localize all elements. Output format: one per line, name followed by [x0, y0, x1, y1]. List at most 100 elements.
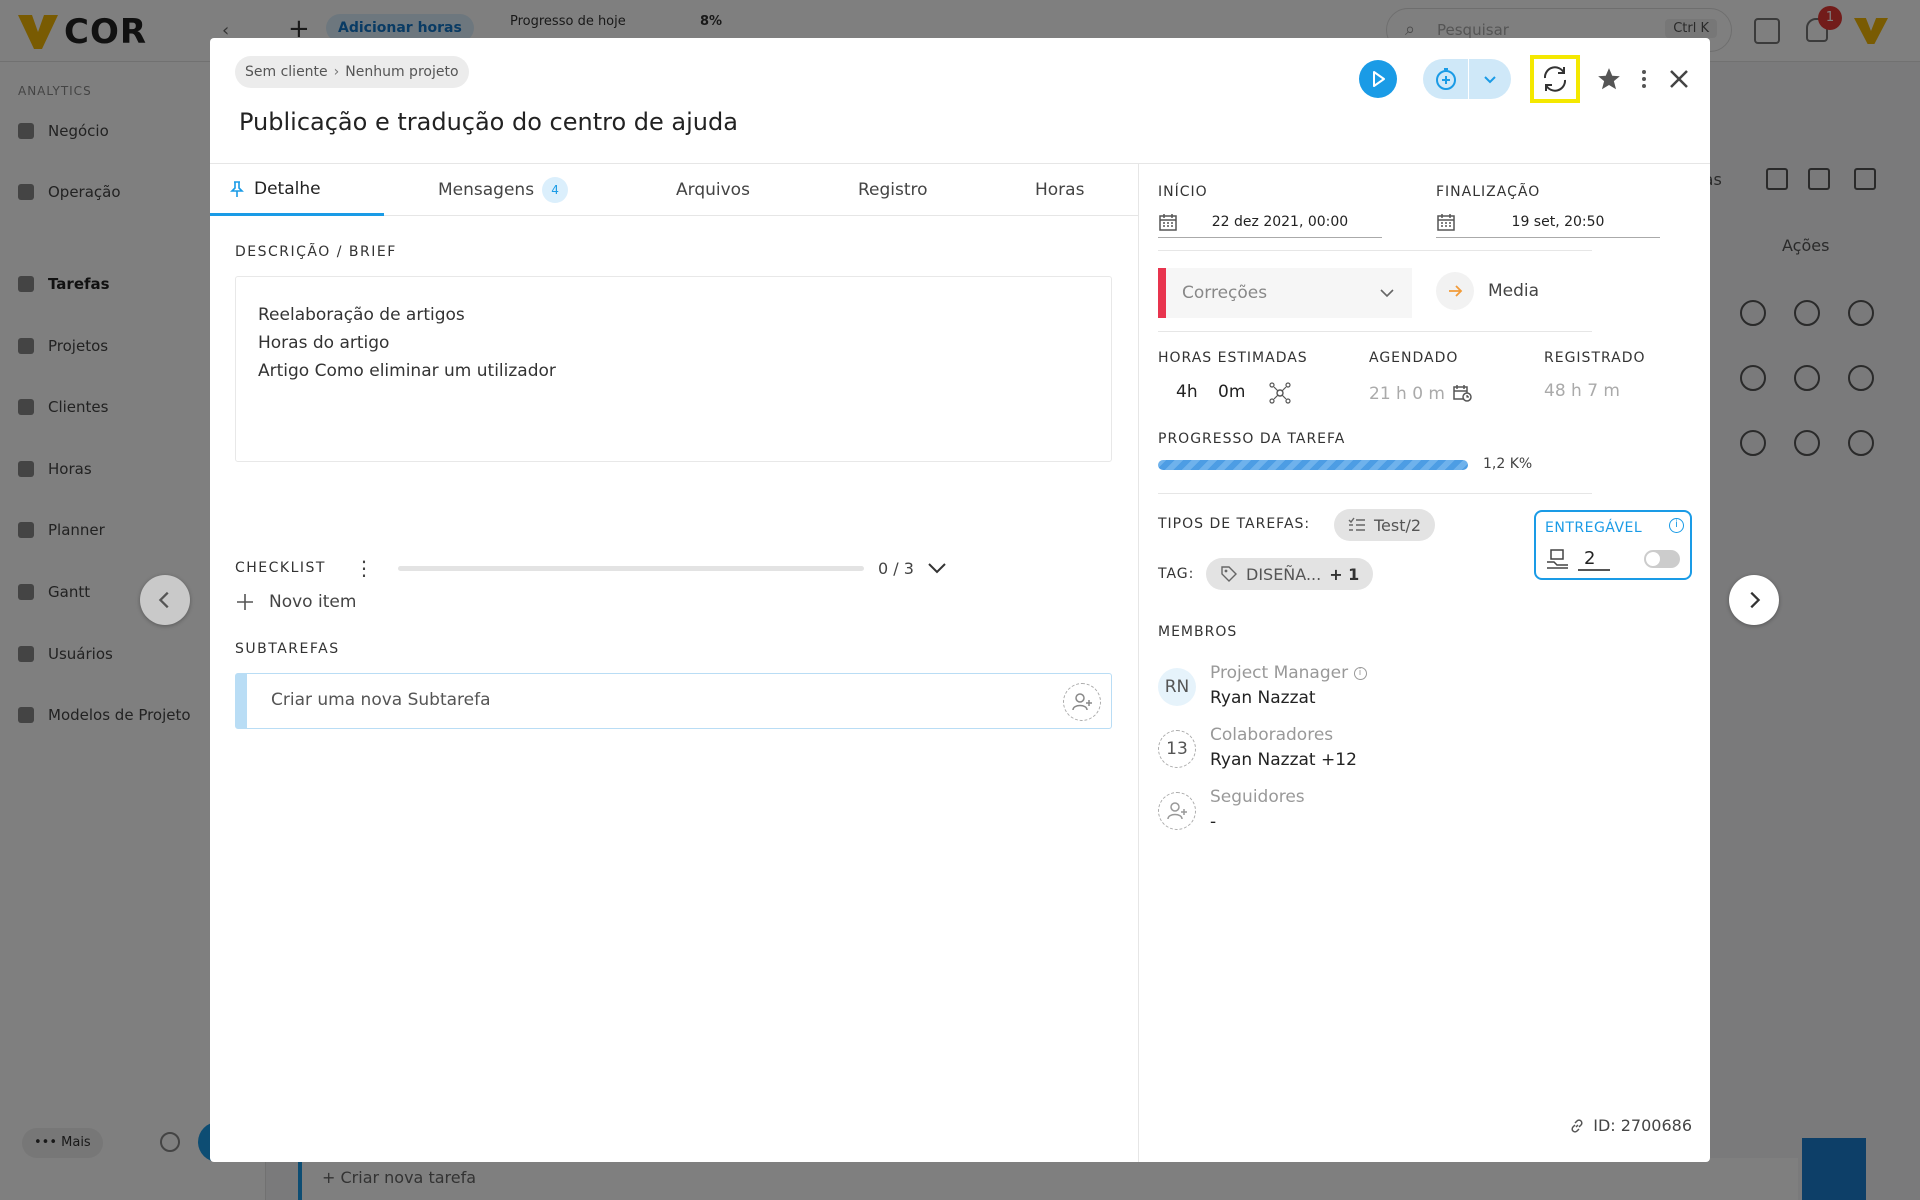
add-user-icon	[1072, 693, 1092, 711]
followers-value: -	[1210, 812, 1217, 832]
task-progress-bar	[1158, 460, 1468, 470]
deliverable-toggle[interactable]	[1644, 550, 1680, 568]
tab-label: Mensagens	[438, 180, 535, 200]
breadcrumb-project[interactable]: Nenhum projeto	[345, 64, 458, 80]
favorite-button[interactable]	[1594, 64, 1624, 94]
description-line: Artigo Como eliminar um utilizador	[258, 361, 556, 381]
start-timer-button[interactable]	[1359, 60, 1397, 98]
tab-label: Registro	[858, 180, 928, 200]
start-date-field[interactable]: 22 dez 2021, 00:00	[1158, 206, 1382, 238]
info-icon[interactable]: i	[1669, 518, 1684, 533]
tab-label: Detalhe	[254, 178, 321, 199]
next-task-button[interactable]	[1729, 575, 1779, 625]
task-detail-modal: Sem cliente › Nenhum projeto Publicação …	[210, 38, 1710, 1162]
previous-task-button[interactable]	[140, 575, 190, 625]
logged-label: REGISTRADO	[1544, 350, 1646, 366]
status-value: Correções	[1182, 283, 1268, 303]
tab-registro[interactable]: Registro	[858, 164, 928, 216]
list-icon	[1348, 517, 1365, 531]
description-line: Horas do artigo	[258, 333, 390, 353]
scheduled-label: AGENDADO	[1369, 350, 1459, 366]
distribute-hours-icon[interactable]	[1269, 382, 1291, 404]
start-date-value: 22 dez 2021, 00:00	[1211, 213, 1349, 230]
breadcrumb[interactable]: Sem cliente › Nenhum projeto	[235, 56, 469, 88]
end-date-label: FINALIZAÇÃO	[1436, 184, 1541, 200]
assign-user-button[interactable]	[1063, 683, 1101, 721]
estimated-hours-input[interactable]: 4h	[1176, 382, 1198, 402]
new-checklist-item-button[interactable]: Novo item	[235, 592, 356, 612]
chevron-down-icon	[1380, 289, 1394, 298]
checklist-header: CHECKLIST ⋮ 0 / 3	[235, 550, 995, 586]
checklist-options-icon[interactable]: ⋮	[354, 558, 374, 578]
arrow-right-icon	[1436, 272, 1474, 310]
tab-label: Arquivos	[676, 180, 750, 200]
play-icon	[1373, 71, 1385, 87]
new-subtask-input[interactable]: Criar uma nova Subtarefa	[235, 673, 1112, 729]
tag-value: DISEÑA...	[1246, 564, 1322, 584]
task-progress-value: 1,2 K%	[1483, 456, 1533, 472]
close-button[interactable]	[1664, 64, 1694, 94]
chevron-right-icon: ›	[333, 64, 340, 80]
more-vertical-icon	[1642, 70, 1646, 88]
followers-role-label: Seguidores	[1210, 787, 1305, 807]
chevron-right-icon	[1750, 591, 1761, 609]
pin-icon	[230, 180, 244, 197]
collaborators-names[interactable]: Ryan Nazzat +12	[1210, 750, 1357, 770]
checklist-count: 0 / 3	[877, 558, 914, 578]
task-title[interactable]: Publicação e tradução do centro de ajuda	[239, 108, 738, 136]
estimated-minutes-input[interactable]: 0m	[1218, 382, 1245, 402]
tab-horas[interactable]: Horas	[1035, 164, 1084, 216]
chevron-down-icon[interactable]	[926, 557, 948, 579]
task-id-link[interactable]: ID: 2700686	[1569, 1116, 1692, 1135]
recurrence-button[interactable]	[1530, 55, 1580, 103]
task-type-value: Test/2	[1374, 515, 1422, 535]
deliverable-box: ENTREGÁVEL i 2	[1534, 510, 1692, 580]
tab-mensagens[interactable]: Mensagens 4	[438, 164, 569, 216]
checklist-progress-bar	[397, 565, 864, 571]
tag-extra-count: + 1	[1329, 564, 1360, 584]
deliverable-label: ENTREGÁVEL	[1545, 520, 1643, 536]
collaborators-count[interactable]: 13	[1158, 730, 1196, 768]
more-options-button[interactable]	[1632, 64, 1656, 94]
scheduled-value: 21 h 0 m	[1369, 384, 1445, 404]
subtask-placeholder: Criar uma nova Subtarefa	[271, 690, 491, 710]
add-follower-button[interactable]	[1158, 792, 1196, 830]
column-divider	[1138, 163, 1139, 1162]
end-date-value: 19 set, 20:50	[1511, 213, 1605, 230]
description-label: DESCRIÇÃO / BRIEF	[235, 244, 397, 260]
close-icon	[1670, 70, 1688, 88]
divider	[1158, 250, 1592, 251]
stopwatch-plus-icon	[1435, 68, 1456, 90]
tab-detalhe[interactable]: Detalhe	[210, 164, 384, 216]
description-line: Reelaboração de artigos	[258, 305, 465, 325]
tab-bar: Detalhe Mensagens 4 Arquivos Registro Ho…	[210, 164, 1138, 216]
add-time-button[interactable]	[1423, 59, 1469, 99]
add-time-button-group	[1423, 59, 1511, 99]
task-id: ID: 2700686	[1593, 1116, 1692, 1135]
tag-chip[interactable]: DISEÑA... + 1	[1206, 558, 1374, 590]
status-select[interactable]: Correções	[1158, 268, 1412, 318]
task-type-chip[interactable]: Test/2	[1334, 509, 1436, 541]
task-types-label: TIPOS DE TAREFAS:	[1158, 516, 1311, 532]
calendar-clock-icon[interactable]	[1452, 383, 1472, 403]
sync-icon	[1543, 66, 1567, 92]
project-manager-name[interactable]: Ryan Nazzat	[1210, 688, 1316, 708]
breadcrumb-client[interactable]: Sem cliente	[245, 64, 328, 80]
priority-value: Media	[1488, 281, 1540, 301]
end-date-field[interactable]: 19 set, 20:50	[1436, 206, 1660, 238]
deliverable-quantity-input[interactable]: 2	[1578, 548, 1610, 571]
tag-label: TAG:	[1158, 566, 1195, 582]
description-editor[interactable]: Reelaboração de artigos Horas do artigo …	[235, 276, 1112, 462]
info-icon[interactable]: i	[1353, 666, 1367, 680]
deliverable-icon	[1547, 549, 1568, 569]
priority-select[interactable]: Media	[1436, 272, 1539, 310]
tab-arquivos[interactable]: Arquivos	[676, 164, 750, 216]
add-user-icon	[1167, 802, 1187, 820]
messages-count-badge: 4	[542, 177, 569, 203]
add-time-dropdown[interactable]	[1469, 59, 1511, 99]
tag-icon	[1221, 566, 1237, 582]
avatar[interactable]: RN	[1158, 668, 1196, 706]
checklist-label: CHECKLIST	[235, 560, 326, 576]
plus-icon	[237, 594, 253, 610]
collaborators-role-label: Colaboradores	[1210, 725, 1334, 745]
